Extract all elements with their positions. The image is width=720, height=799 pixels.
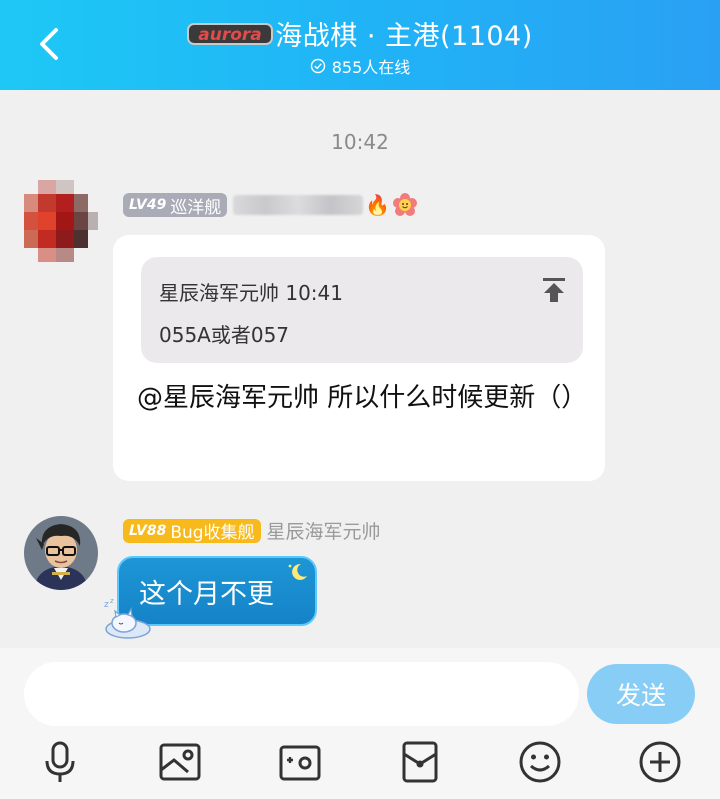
aurora-logo: aurora bbox=[187, 22, 274, 45]
image-icon bbox=[159, 743, 201, 781]
flower-emoji-icon bbox=[393, 193, 418, 216]
message-text: 这个月不更 bbox=[139, 579, 274, 610]
avatar[interactable] bbox=[24, 180, 98, 268]
voice-button[interactable] bbox=[38, 740, 82, 784]
moon-star-decoration-icon bbox=[288, 563, 307, 580]
emoji-icon bbox=[519, 741, 561, 783]
svg-text:z: z bbox=[110, 597, 114, 605]
plus-icon bbox=[639, 741, 681, 783]
fire-icon: 🔥 bbox=[365, 193, 391, 217]
rank-title: Bug收集舰 bbox=[170, 523, 255, 543]
sender-info: LV49 巡洋舰 🔥 bbox=[123, 192, 418, 218]
group-title-row: aurora 海战棋 · 主港(1104) bbox=[0, 14, 720, 53]
quoted-message[interactable]: 星辰海军元帅 10:41 055A或者057 bbox=[141, 257, 583, 363]
level-text: LV49 bbox=[129, 197, 167, 213]
composer-toolbar bbox=[0, 740, 720, 784]
group-title[interactable]: 海战棋 · 主港(1104) bbox=[275, 14, 533, 53]
message-input[interactable] bbox=[24, 662, 579, 726]
avatar[interactable] bbox=[24, 516, 98, 590]
message-bubble[interactable]: 星辰海军元帅 10:41 055A或者057 @星辰海军元帅 所以什么时候更新（… bbox=[113, 235, 605, 481]
online-count-row: 855人在线 bbox=[0, 54, 720, 78]
camera-button[interactable] bbox=[278, 740, 322, 784]
microphone-icon bbox=[45, 741, 75, 782]
sender-name[interactable]: 星辰海军元帅 bbox=[267, 517, 381, 544]
red-packet-button[interactable] bbox=[398, 740, 442, 784]
online-check-icon bbox=[310, 58, 325, 74]
chat-message-list[interactable]: 10:42 LV49 巡洋舰 🔥 星辰海军元帅 10:41 055A或者057 … bbox=[0, 90, 720, 648]
send-button[interactable]: 发送 bbox=[587, 664, 695, 724]
level-text: LV88 bbox=[129, 522, 167, 539]
message-text: @星辰海军元帅 所以什么时候更新（） bbox=[137, 383, 588, 413]
sender-info: LV88 Bug收集舰 星辰海军元帅 bbox=[123, 517, 381, 544]
rank-title: 巡洋舰 bbox=[170, 197, 222, 218]
member-level-badge: LV88 Bug收集舰 bbox=[123, 518, 261, 543]
member-level-badge: LV49 巡洋舰 bbox=[123, 193, 228, 218]
message-composer: 发送 bbox=[0, 648, 720, 799]
quoted-text: 055A或者057 bbox=[159, 323, 290, 347]
sender-name-blurred[interactable] bbox=[233, 195, 364, 215]
more-button[interactable] bbox=[638, 740, 682, 784]
svg-text:z: z bbox=[104, 600, 109, 610]
svg-text:aurora: aurora bbox=[198, 25, 262, 45]
camera-icon bbox=[279, 745, 321, 781]
message-timestamp: 10:42 bbox=[331, 130, 389, 154]
jump-to-quote-icon[interactable] bbox=[539, 275, 569, 305]
quoted-author-time: 星辰海军元帅 10:41 bbox=[159, 281, 343, 305]
red-packet-icon bbox=[402, 741, 438, 783]
chat-header: aurora 海战棋 · 主港(1104) 855人在线 bbox=[0, 0, 720, 90]
sleeping-cat-decoration-icon: z z bbox=[104, 597, 151, 639]
emoji-button[interactable] bbox=[518, 740, 562, 784]
image-button[interactable] bbox=[158, 740, 202, 784]
online-count: 855人在线 bbox=[331, 58, 411, 77]
